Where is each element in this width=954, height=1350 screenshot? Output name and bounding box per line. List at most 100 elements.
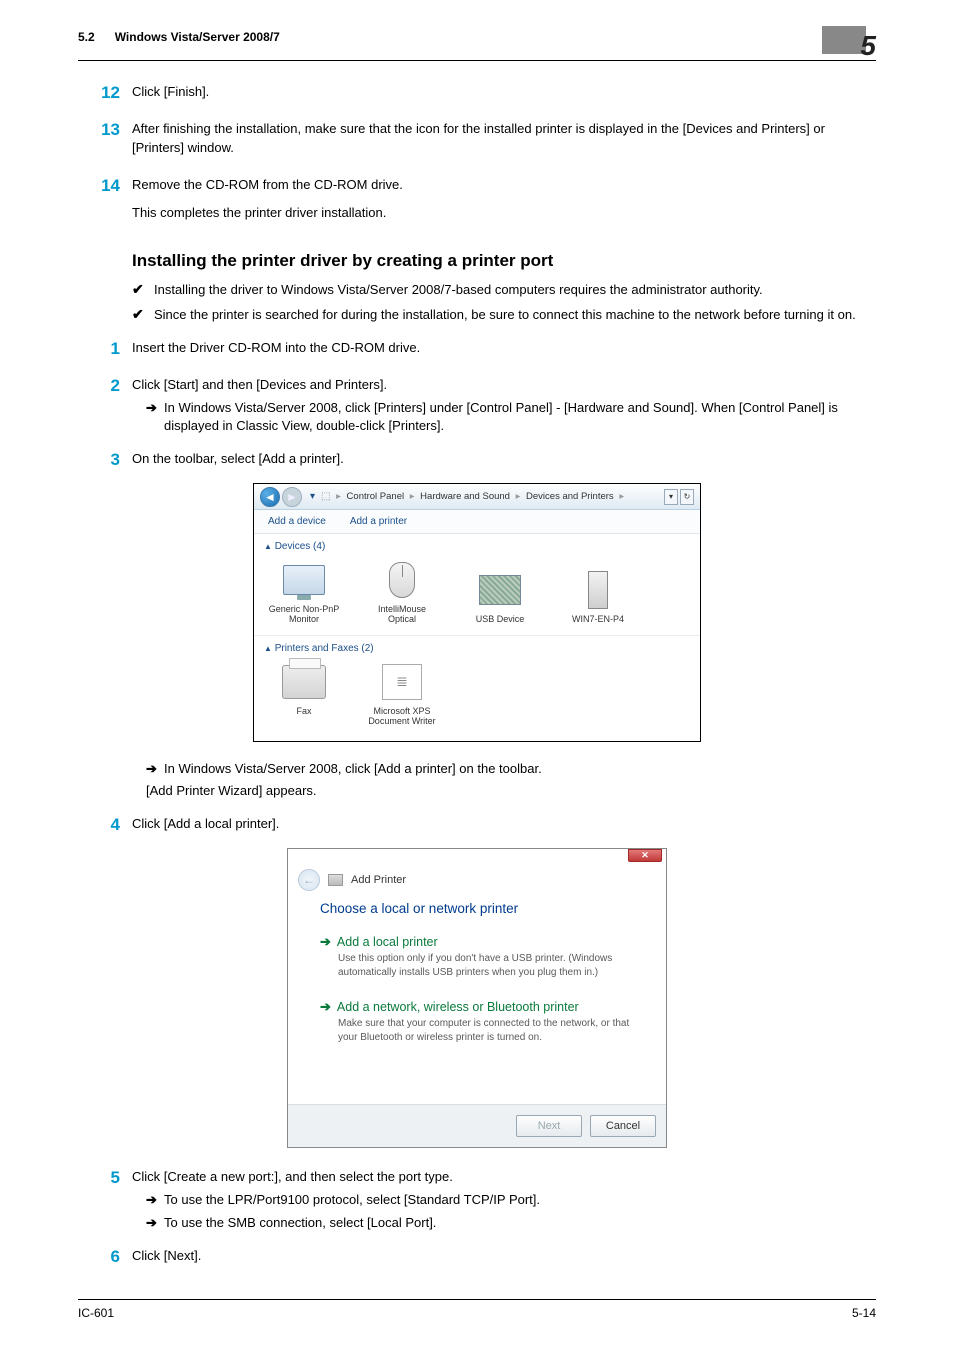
devices-header-text: Devices (4) (275, 541, 326, 552)
step-number: 5 (78, 1168, 132, 1188)
breadcrumb-seg: Hardware and Sound (420, 491, 510, 502)
check-icon: ✔ (132, 281, 154, 298)
dialog-title: Add Printer (351, 874, 406, 886)
step-number: 4 (78, 815, 132, 835)
printers-section-header[interactable]: ▲ Printers and Faxes (2) (254, 636, 700, 656)
printer-label: Fax (296, 706, 311, 716)
sub-note: ➔ In Windows Vista/Server 2008, click [P… (132, 399, 876, 437)
option-network-printer[interactable]: ➔ Add a network, wireless or Bluetooth p… (320, 999, 644, 1044)
option-title: Add a network, wireless or Bluetooth pri… (337, 1000, 579, 1014)
device-item[interactable]: Generic Non-PnP Monitor (268, 560, 340, 625)
step-5: 5 Click [Create a new port:], and then s… (78, 1168, 876, 1233)
printer-label: Microsoft XPS Document Writer (366, 706, 438, 727)
device-label: IntelliMouse Optical (366, 604, 438, 625)
sub-text: To use the LPR/Port9100 protocol, select… (164, 1191, 540, 1210)
printer-item[interactable]: Fax (268, 662, 340, 727)
step-tail: This completes the printer driver instal… (132, 204, 876, 223)
device-item[interactable]: IntelliMouse Optical (366, 560, 438, 625)
step-1: 1 Insert the Driver CD-ROM into the CD-R… (78, 339, 876, 362)
add-printer-dialog: ✕ ← Add Printer Choose a local or networ… (287, 848, 667, 1148)
device-item[interactable]: WIN7-EN-P4 (562, 570, 634, 624)
expand-icon: ▲ (264, 542, 272, 551)
breadcrumb[interactable]: ⬚ ▸ Control Panel ▸ Hardware and Sound ▸… (321, 491, 627, 502)
arrow-icon: ➔ (146, 1191, 164, 1210)
back-button[interactable]: ← (298, 869, 320, 891)
check-icon: ✔ (132, 306, 154, 323)
step-text: Click [Start] and then [Devices and Prin… (132, 376, 876, 395)
device-item[interactable]: USB Device (464, 570, 536, 624)
step-text: On the toolbar, select [Add a printer]. (132, 450, 876, 469)
arrow-icon: ➔ (146, 399, 164, 418)
usb-device-icon (477, 570, 523, 610)
dialog-footer: Next Cancel (288, 1104, 666, 1147)
printers-grid: Fax ≣ Microsoft XPS Document Writer (254, 656, 700, 741)
add-device-link[interactable]: Add a device (268, 516, 326, 527)
step-number: 3 (78, 450, 132, 470)
step-number: 12 (78, 83, 132, 103)
device-label: Generic Non-PnP Monitor (268, 604, 340, 625)
mouse-icon (379, 560, 425, 600)
sub-note: ➔ To use the SMB connection, select [Loc… (132, 1214, 876, 1233)
dialog-header: ← Add Printer (288, 867, 666, 901)
step-number: 13 (78, 120, 132, 140)
sub-note: ➔ To use the LPR/Port9100 protocol, sele… (132, 1191, 876, 1210)
prereq-text: Installing the driver to Windows Vista/S… (154, 281, 876, 300)
step-body: Click [Start] and then [Devices and Prin… (132, 376, 876, 437)
step-2: 2 Click [Start] and then [Devices and Pr… (78, 376, 876, 437)
prereq-item: ✔ Since the printer is searched for duri… (78, 306, 876, 325)
sub-text: In Windows Vista/Server 2008, click [Pri… (164, 399, 876, 437)
step-text: Click [Finish]. (132, 83, 876, 102)
figure-add-printer-wizard: ✕ ← Add Printer Choose a local or networ… (78, 848, 876, 1148)
printer-item[interactable]: ≣ Microsoft XPS Document Writer (366, 662, 438, 727)
step-13: 13 After finishing the installation, mak… (78, 120, 876, 162)
close-button[interactable]: ✕ (628, 849, 662, 862)
dialog-heading: Choose a local or network printer (320, 901, 644, 916)
computer-icon (575, 570, 621, 610)
breadcrumb-seg: Control Panel (347, 491, 405, 502)
option-desc: Use this option only if you don't have a… (320, 952, 644, 979)
arrow-icon: ➔ (146, 1214, 164, 1233)
step-text: Click [Next]. (132, 1247, 876, 1266)
step-3-notes: ➔ In Windows Vista/Server 2008, click [A… (78, 756, 876, 802)
explorer-window: ◄ ► ▾ ⬚ ▸ Control Panel ▸ Hardware and S… (253, 483, 701, 741)
option-local-printer[interactable]: ➔ Add a local printer Use this option on… (320, 934, 644, 979)
add-printer-link[interactable]: Add a printer (350, 516, 407, 527)
devices-grid: Generic Non-PnP Monitor IntelliMouse Opt… (254, 554, 700, 636)
breadcrumb-icon: ▾ (310, 491, 315, 502)
arrow-icon: ➔ (320, 999, 331, 1015)
footer-left: IC-601 (78, 1306, 114, 1320)
step-6: 6 Click [Next]. (78, 1247, 876, 1270)
sub-text: To use the SMB connection, select [Local… (164, 1214, 436, 1233)
subheading: Installing the printer driver by creatin… (132, 251, 876, 271)
cancel-button[interactable]: Cancel (590, 1115, 656, 1137)
step-12: 12 Click [Finish]. (78, 83, 876, 106)
breadcrumb-seg: Devices and Printers (526, 491, 614, 502)
step-body: Click [Finish]. (132, 83, 876, 106)
nav-forward-button[interactable]: ► (282, 487, 302, 507)
result-note: [Add Printer Wizard] appears. (132, 782, 876, 801)
step-text: After finishing the installation, make s… (132, 120, 876, 158)
step-number: 2 (78, 376, 132, 396)
device-label: USB Device (476, 614, 525, 624)
step-3: 3 On the toolbar, select [Add a printer]… (78, 450, 876, 473)
step-number: 6 (78, 1247, 132, 1267)
step-14: 14 Remove the CD-ROM from the CD-ROM dri… (78, 176, 876, 228)
device-label: WIN7-EN-P4 (572, 614, 624, 624)
content-area: 12 Click [Finish]. 13 After finishing th… (0, 61, 954, 1269)
section-title: Windows Vista/Server 2008/7 (115, 30, 280, 44)
step-body: After finishing the installation, make s… (132, 120, 876, 162)
dropdown-button[interactable]: ▾ (664, 489, 678, 505)
devices-section-header[interactable]: ▲ Devices (4) (254, 534, 700, 554)
step-number: 1 (78, 339, 132, 359)
step-text: Click [Create a new port:], and then sel… (132, 1168, 876, 1187)
next-button[interactable]: Next (516, 1115, 582, 1137)
printers-header-text: Printers and Faxes (2) (275, 643, 374, 654)
option-title-row: ➔ Add a network, wireless or Bluetooth p… (320, 999, 644, 1015)
refresh-button[interactable]: ↻ (680, 489, 694, 505)
prereq-item: ✔ Installing the driver to Windows Vista… (78, 281, 876, 300)
dialog-titlebar: ✕ (288, 849, 666, 867)
option-desc: Make sure that your computer is connecte… (320, 1017, 644, 1044)
xps-printer-icon: ≣ (379, 662, 425, 702)
sub-note: ➔ In Windows Vista/Server 2008, click [A… (132, 760, 876, 779)
nav-back-button[interactable]: ◄ (260, 487, 280, 507)
